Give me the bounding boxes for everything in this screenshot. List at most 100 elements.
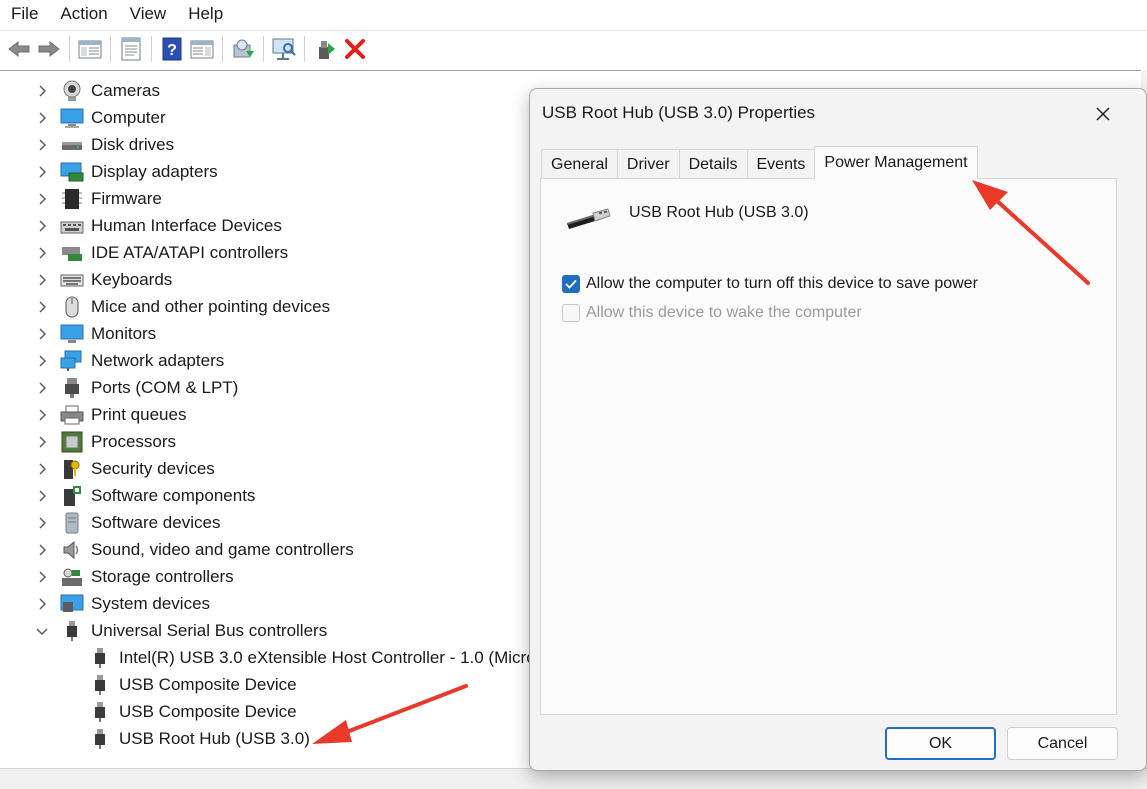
printer-icon [60,404,84,426]
tree-item[interactable]: IDE ATA/ATAPI controllers [0,239,560,266]
chevron-right-icon[interactable] [34,542,50,558]
svg-text:?: ? [167,42,177,59]
option-allow-turn-off[interactable]: Allow the computer to turn off this devi… [562,275,978,293]
tab-driver[interactable]: Driver [616,149,680,179]
chevron-right-icon[interactable] [34,596,50,612]
tab-events[interactable]: Events [746,149,816,179]
tree-item[interactable]: Firmware [0,185,560,212]
tree-item[interactable]: Storage controllers [0,563,560,590]
tree-item[interactable]: Cameras [0,77,560,104]
menu-action[interactable]: Action [49,4,118,24]
menu-file[interactable]: File [0,4,49,24]
tree-item[interactable]: Keyboards [0,266,560,293]
tree-item-label: Mice and other pointing devices [91,296,331,316]
help-icon[interactable]: ? [159,36,185,62]
uninstall-device-icon[interactable] [342,36,368,62]
chevron-right-icon[interactable] [34,407,50,423]
chevron-right-icon[interactable] [34,137,50,153]
properties-icon[interactable] [118,36,144,62]
chevron-right-icon[interactable] [34,353,50,369]
toolbar-separator [110,35,111,62]
chevron-right-icon[interactable] [34,272,50,288]
cancel-button[interactable]: Cancel [1007,727,1118,760]
toolbar-separator [222,35,223,62]
ide-controller-icon [60,242,84,264]
tree-item[interactable]: Security devices [0,455,560,482]
tree-item[interactable]: Software components [0,482,560,509]
tree-item[interactable]: Software devices [0,509,560,536]
tree-item-label: Software devices [91,512,221,532]
tree-child-item[interactable]: Intel(R) USB 3.0 eXtensible Host Control… [0,644,560,671]
tree-item[interactable]: Ports (COM & LPT) [0,374,560,401]
chevron-right-icon[interactable] [34,488,50,504]
tree-item[interactable]: Mice and other pointing devices [0,293,560,320]
chevron-right-icon[interactable] [34,569,50,585]
close-icon[interactable] [1088,99,1118,129]
tree-item[interactable]: Monitors [0,320,560,347]
forward-icon[interactable] [36,36,62,62]
chevron-right-icon[interactable] [34,434,50,450]
tree-item[interactable]: Computer [0,104,560,131]
chevron-right-icon[interactable] [34,461,50,477]
mouse-icon [60,296,84,318]
chevron-right-icon[interactable] [34,191,50,207]
back-icon[interactable] [6,36,32,62]
tree-child-item[interactable]: USB Root Hub (USB 3.0) [0,725,560,752]
chevron-right-icon[interactable] [34,380,50,396]
software-component-icon [60,485,84,507]
tree-item-label: Human Interface Devices [91,215,282,235]
tree-item-label: Software components [91,485,256,505]
port-icon [60,377,84,399]
keyboard-icon [60,269,84,291]
tree-child-label: USB Root Hub (USB 3.0) [119,728,310,748]
toolbar-separator [69,35,70,62]
chevron-right-icon[interactable] [34,110,50,126]
device-name: USB Root Hub (USB 3.0) [629,204,809,221]
tab-general[interactable]: General [541,149,618,179]
tree-item[interactable]: Display adapters [0,158,560,185]
chevron-right-icon[interactable] [34,83,50,99]
tree-item[interactable]: Human Interface Devices [0,212,560,239]
allow-turn-off-checkbox[interactable] [562,275,580,293]
tree-item-label: Network adapters [91,350,225,370]
chevron-right-icon[interactable] [34,218,50,234]
security-device-icon [60,458,84,480]
toolbar-separator [304,35,305,62]
tab-details[interactable]: Details [678,149,748,179]
tree-child-label: USB Composite Device [119,674,297,694]
show-hide-console-tree-icon[interactable] [77,36,103,62]
chevron-right-icon[interactable] [34,299,50,315]
tree-item[interactable]: Network adapters [0,347,560,374]
tree-item-label: Monitors [91,323,157,343]
tree-item-label: Universal Serial Bus controllers [91,620,328,640]
option-allow-wake: Allow this device to wake the computer [562,304,862,322]
menu-help[interactable]: Help [177,4,234,24]
tree-item-label: Keyboards [91,269,173,289]
chevron-right-icon[interactable] [34,326,50,342]
tree-child-item[interactable]: USB Composite Device [0,671,560,698]
tab-power-management[interactable]: Power Management [814,146,978,179]
tree-item[interactable]: System devices [0,590,560,617]
tree-item-usb-controllers[interactable]: Universal Serial Bus controllers [0,617,560,644]
display-adapter-icon [60,161,84,183]
show-action-pane-icon[interactable] [189,36,215,62]
chevron-down-icon[interactable] [34,623,50,639]
menu-view[interactable]: View [119,4,178,24]
tree-item[interactable]: Print queues [0,401,560,428]
enable-device-icon[interactable] [312,36,338,62]
ok-button[interactable]: OK [885,727,996,760]
chevron-right-icon[interactable] [34,164,50,180]
update-driver-icon[interactable] [230,36,256,62]
processor-icon [60,431,84,453]
tree-child-item[interactable]: USB Composite Device [0,698,560,725]
tree-item[interactable]: Disk drives [0,131,560,158]
chevron-right-icon[interactable] [34,515,50,531]
tree-item[interactable]: Processors [0,428,560,455]
usb-device-icon [88,674,112,696]
scan-hardware-icon[interactable] [271,36,297,62]
status-bar [0,768,1147,789]
allow-turn-off-label: Allow the computer to turn off this devi… [586,275,978,292]
tree-child-label: USB Composite Device [119,701,297,721]
chevron-right-icon[interactable] [34,245,50,261]
tree-item[interactable]: Sound, video and game controllers [0,536,560,563]
